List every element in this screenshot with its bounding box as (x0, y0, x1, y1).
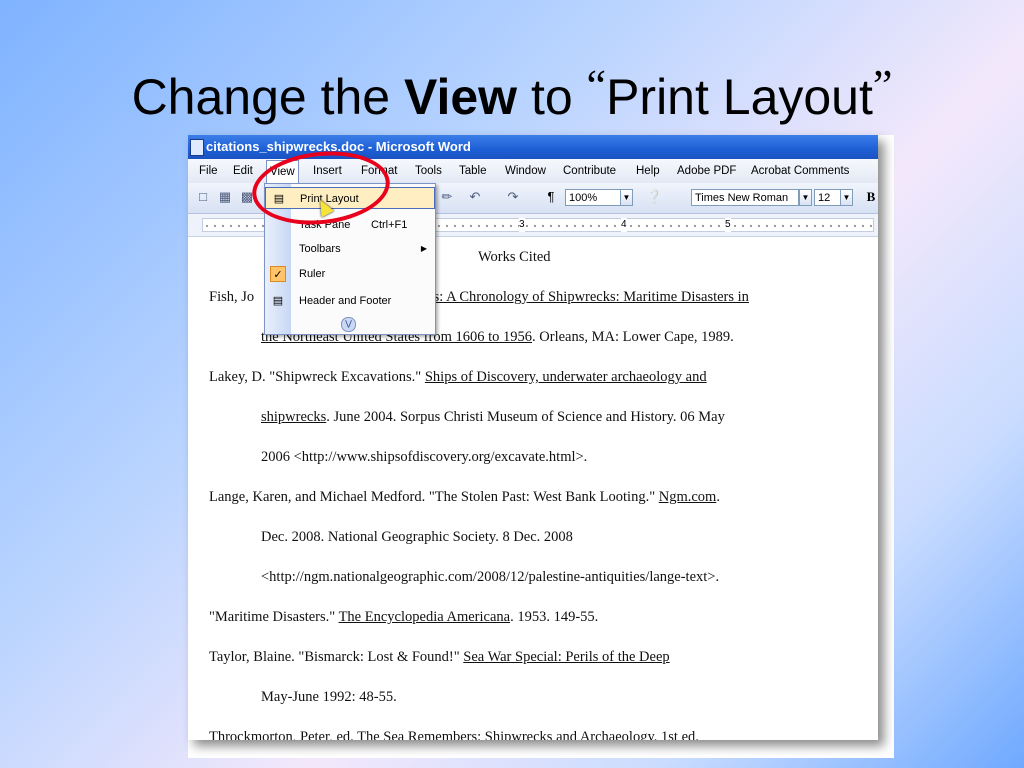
title-text-mid: to (517, 69, 587, 125)
screenshot-border-right (878, 135, 894, 758)
menu-item-label: Toolbars (299, 243, 341, 255)
doc-text: . June 2004. Sorpus Christi Museum of Sc… (326, 409, 725, 425)
menu-adobe-pdf[interactable]: Adobe PDF (674, 159, 739, 183)
help-icon[interactable]: ❔ (646, 190, 662, 204)
menu-item-header-footer[interactable]: ▤ Header and Footer (265, 290, 435, 312)
bold-button[interactable]: B (864, 190, 878, 204)
citation-3-line-1: Lange, Karen, and Michael Medford. "The … (209, 489, 720, 506)
menu-file[interactable]: File (196, 159, 221, 183)
doc-text: Sea War Special: Perils of the Deep (463, 649, 670, 665)
citation-2-line-1: Lakey, D. "Shipwreck Excavations." Ships… (209, 369, 707, 386)
doc-text: . (716, 489, 720, 505)
show-formatting-icon[interactable]: ¶ (544, 190, 558, 204)
title-text-pre: Change the (131, 69, 404, 125)
doc-text: "Maritime Disasters." (209, 609, 339, 625)
doc-text: Fish, Jo (209, 289, 255, 305)
citation-3-line-3: <http://ngm.nationalgeographic.com/2008/… (261, 569, 720, 585)
ruler-number-4: 4 (621, 218, 627, 232)
zoom-dropdown-arrow[interactable]: ▼ (620, 189, 633, 206)
doc-text: Taylor, Blaine. "Bismarck: Lost & Found!… (209, 649, 464, 665)
menu-item-shortcut: Ctrl+F1 (371, 219, 408, 231)
doc-text: The Encyclopedia Americana (338, 609, 511, 625)
menu-item-ruler[interactable]: ✓ Ruler (265, 263, 435, 285)
doc-text: Ships of Discovery, underwater archaeolo… (424, 369, 707, 385)
title-close-quote: ” (872, 61, 893, 110)
menu-window[interactable]: Window (502, 159, 549, 183)
header-footer-icon: ▤ (272, 295, 284, 307)
citation-2-line-3: 2006 <http://www.shipsofdiscovery.org/ex… (261, 449, 588, 465)
format-painter-icon[interactable]: ✏ (440, 190, 454, 204)
undo-icon[interactable]: ↶ (468, 190, 482, 204)
menu-tools[interactable]: Tools (412, 159, 445, 183)
doc-text: . Orleans, MA: Lower Cape, 1989. (532, 329, 734, 345)
redo-icon[interactable]: ↷ (506, 190, 520, 204)
menu-acrobat-comments[interactable]: Acrobat Comments (748, 159, 852, 183)
menu-item-label: Ruler (299, 268, 326, 280)
menu-item-label: Header and Footer (299, 295, 392, 307)
doc-text: Ngm.com (658, 489, 717, 505)
font-name-select[interactable]: Times New Roman (691, 189, 799, 206)
new-document-icon[interactable]: □ (196, 190, 210, 204)
citation-6-line-1: Throckmorton, Peter, ed. The Sea Remembe… (209, 729, 699, 740)
expand-menu-chevron-icon[interactable]: ⋁ (341, 317, 356, 332)
menu-item-toolbars[interactable]: Toolbars ▶ (265, 238, 435, 260)
open-folder-icon[interactable]: ▦ (218, 190, 232, 204)
menu-help[interactable]: Help (633, 159, 663, 183)
doc-text: shipwrecks (261, 409, 327, 425)
ruler-number-5: 5 (725, 218, 731, 232)
ruler-number-3: 3 (519, 218, 525, 232)
menu-contribute[interactable]: Contribute (560, 159, 619, 183)
citation-4-line-1: "Maritime Disasters." The Encyclopedia A… (209, 609, 598, 626)
title-text-bold: View (404, 69, 518, 125)
word-document-icon (190, 139, 204, 156)
font-size-dropdown-arrow[interactable]: ▼ (840, 189, 853, 206)
slide-title: Change the View to “Print Layout” (0, 61, 1024, 135)
citation-5-line-1: Taylor, Blaine. "Bismarck: Lost & Found!… (209, 649, 670, 666)
menu-edit[interactable]: Edit (230, 159, 256, 183)
doc-text: . 1953. 149-55. (510, 609, 599, 625)
doc-text: Lange, Karen, and Michael Medford. "The … (209, 489, 659, 505)
title-text-post: Print Layout (606, 69, 873, 125)
doc-text: es: A Chronology of Shipwrecks: Maritime… (427, 289, 749, 305)
screenshot-border-bottom (188, 740, 894, 758)
menu-table[interactable]: Table (456, 159, 490, 183)
submenu-arrow-icon: ▶ (420, 244, 427, 253)
zoom-select[interactable]: 100% (565, 189, 621, 206)
citation-3-line-2: Dec. 2008. National Geographic Society. … (261, 529, 573, 545)
doc-text: Lakey, D. "Shipwreck Excavations." (209, 369, 425, 385)
title-open-quote: “ (586, 61, 607, 110)
font-size-select[interactable]: 12 (814, 189, 842, 206)
font-name-dropdown-arrow[interactable]: ▼ (799, 189, 812, 206)
citation-5-line-2: May-June 1992: 48-55. (261, 689, 397, 705)
doc-heading: Works Cited (478, 249, 551, 265)
citation-2-line-2: shipwrecks. June 2004. Sorpus Christi Mu… (261, 409, 725, 426)
title-bar: citations_shipwrecks.doc - Microsoft Wor… (188, 135, 878, 159)
checkmark-icon: ✓ (270, 266, 286, 282)
